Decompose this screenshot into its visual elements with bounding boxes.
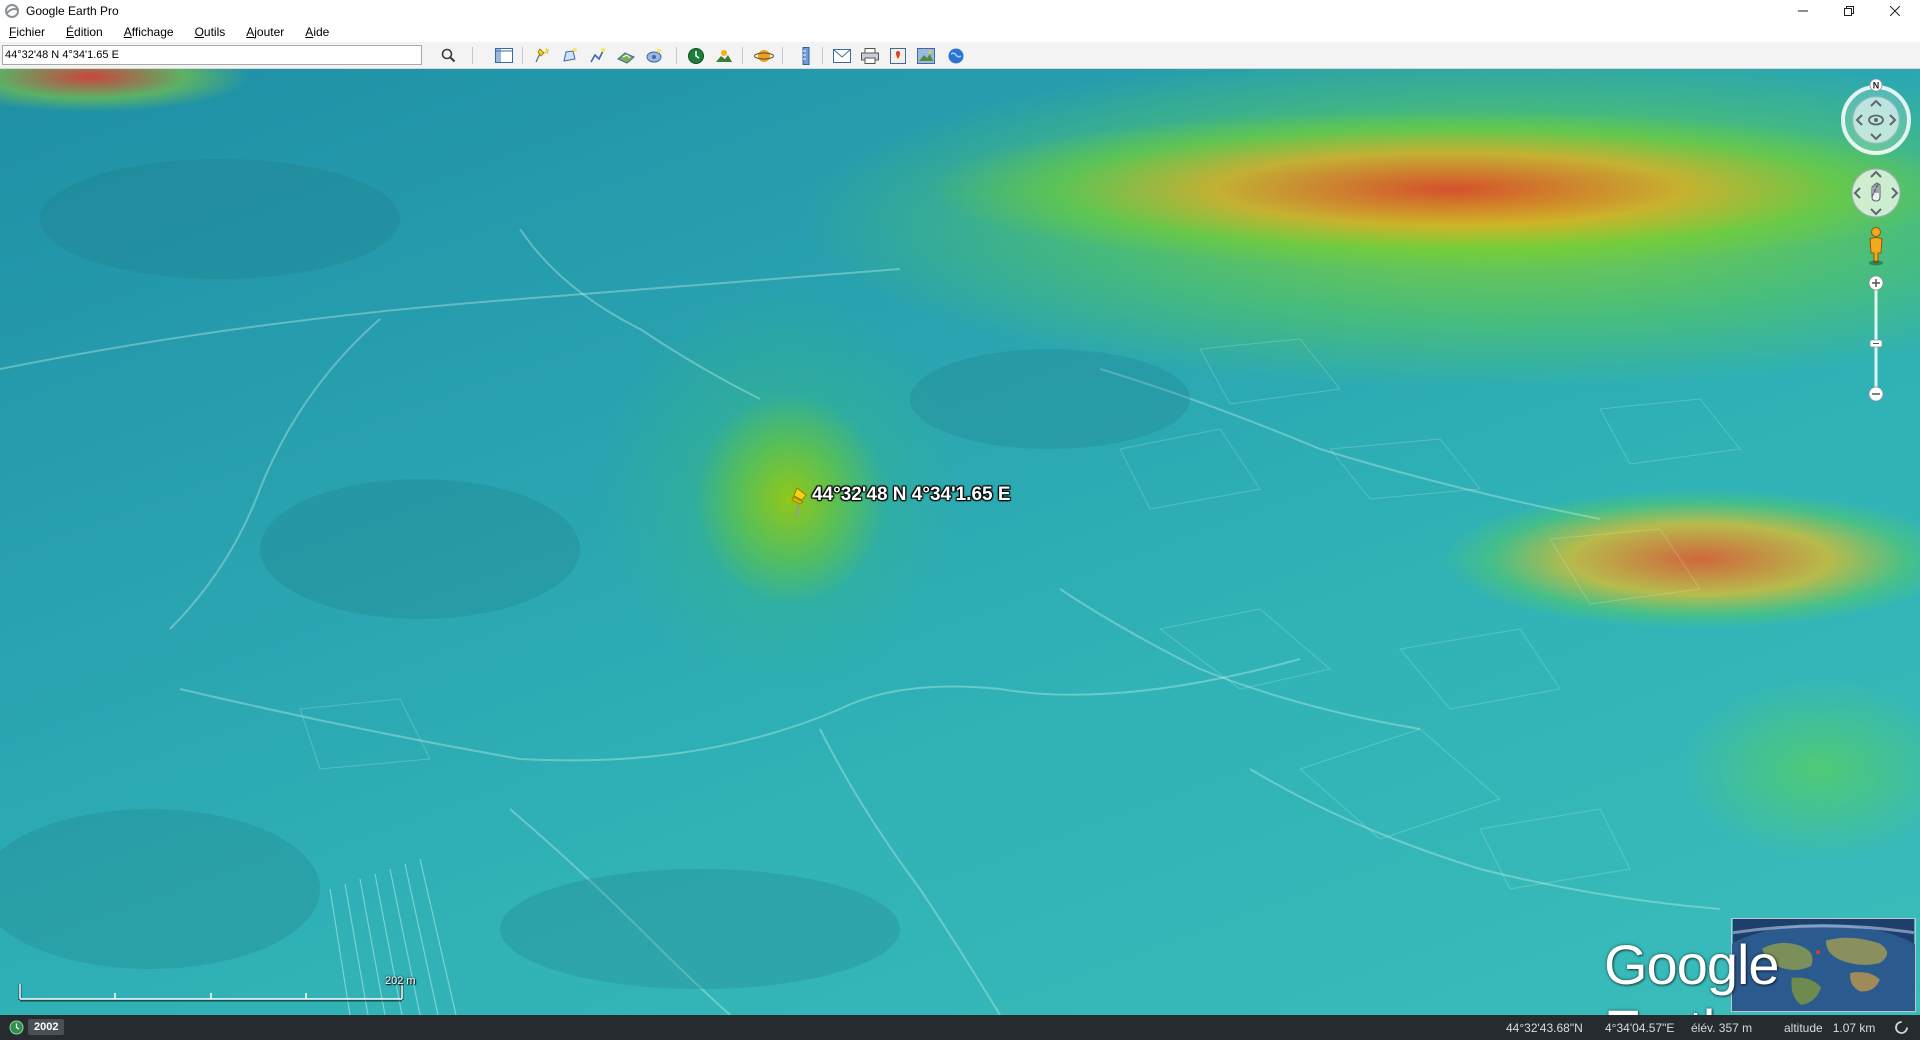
title-bar: Google Earth Pro [0,0,1920,22]
zoom-slider[interactable] [1866,275,1886,403]
sunlight-icon [716,49,732,62]
scale-label: 202 m [385,975,416,987]
add-image-overlay-icon [617,51,635,64]
save-image-button[interactable] [914,45,938,66]
earth-gallery-icon [948,48,964,63]
minimize-button[interactable] [1780,0,1826,22]
status-latitude: 44°32'43.68"N [1506,1021,1583,1035]
restore-button[interactable] [1826,0,1872,22]
menu-aide[interactable]: Aide [302,24,332,40]
google-earth-app-icon [5,4,19,18]
toolbar [0,42,1920,69]
add-image-overlay-button[interactable] [614,45,638,66]
google-maps-icon [890,47,906,64]
close-button[interactable] [1872,0,1918,22]
menu-edition[interactable]: Édition [63,24,106,40]
earth-gallery-button[interactable] [944,45,968,66]
switch-planet-icon [754,49,774,62]
sidebar-toggle-button[interactable] [492,45,516,66]
search-input[interactable] [2,45,422,65]
status-longitude: 4°34'04.57"E [1605,1021,1675,1035]
search-button[interactable] [436,45,460,66]
email-icon [833,48,851,63]
street-view-pegman-icon[interactable] [1863,226,1889,266]
email-button[interactable] [830,45,854,66]
record-tour-icon [646,48,662,62]
toolbar-separator [522,47,523,64]
sidebar-toggle-icon [495,48,513,63]
window-title: Google Earth Pro [26,4,119,18]
placemark-label[interactable]: 44°32'48 N 4°34'1.65 E [812,484,1011,506]
streaming-progress-icon [1895,1021,1908,1034]
imagery-date-badge[interactable]: 2002 [28,1019,65,1035]
status-altitude: altitude 1.07 km [1784,1021,1876,1035]
add-placemark-button[interactable] [530,45,554,66]
add-path-icon [590,47,605,62]
toolbar-separator [472,47,473,64]
compass-north-letter: N [1873,81,1880,91]
add-path-button[interactable] [586,45,610,66]
print-icon [861,47,879,64]
close-icon [1890,6,1900,16]
yellow-pushpin-icon[interactable] [790,485,814,519]
sunlight-button[interactable] [712,45,736,66]
toolbar-separator [822,47,823,64]
historical-imagery-icon [688,47,704,64]
menu-bar: Fichier Édition Affichage Outils Ajouter… [0,22,1920,42]
restore-icon [1844,6,1854,16]
toolbar-separator [676,47,677,64]
status-elevation: élév. 357 m [1691,1021,1753,1035]
google-maps-button[interactable] [886,45,910,66]
terrain-texture [0,159,1741,1015]
search-icon [441,48,455,63]
move-navigation-control[interactable] [1850,167,1902,219]
ruler-icon [802,46,810,65]
switch-planet-button[interactable] [752,45,776,66]
toolbar-separator [782,47,783,64]
historical-imagery-button[interactable] [684,45,708,66]
status-bar: 2002 44°32'43.68"N 4°34'04.57"E élév. 35… [0,1015,1920,1040]
ruler-button[interactable] [794,45,818,66]
add-placemark-icon [535,47,550,62]
map-3d-view[interactable]: 44°32'48 N 4°34'1.65 E N 202 m Google [0,69,1920,1015]
menu-ajouter[interactable]: Ajouter [243,24,287,40]
add-polygon-icon [563,47,577,62]
record-tour-button[interactable] [642,45,666,66]
menu-fichier[interactable]: Fichier [6,24,48,40]
menu-outils[interactable]: Outils [192,24,229,40]
add-polygon-button[interactable] [558,45,582,66]
toolbar-separator [742,47,743,64]
minimize-icon [1798,10,1808,12]
print-button[interactable] [858,45,882,66]
google-earth-logo: Google Earth [1604,933,1780,1015]
scale-legend [18,984,404,1002]
menu-affichage[interactable]: Affichage [121,24,177,40]
save-image-icon [917,47,935,64]
look-navigation-control[interactable]: N [1838,79,1914,155]
historical-imagery-clock-icon[interactable] [9,1020,24,1035]
